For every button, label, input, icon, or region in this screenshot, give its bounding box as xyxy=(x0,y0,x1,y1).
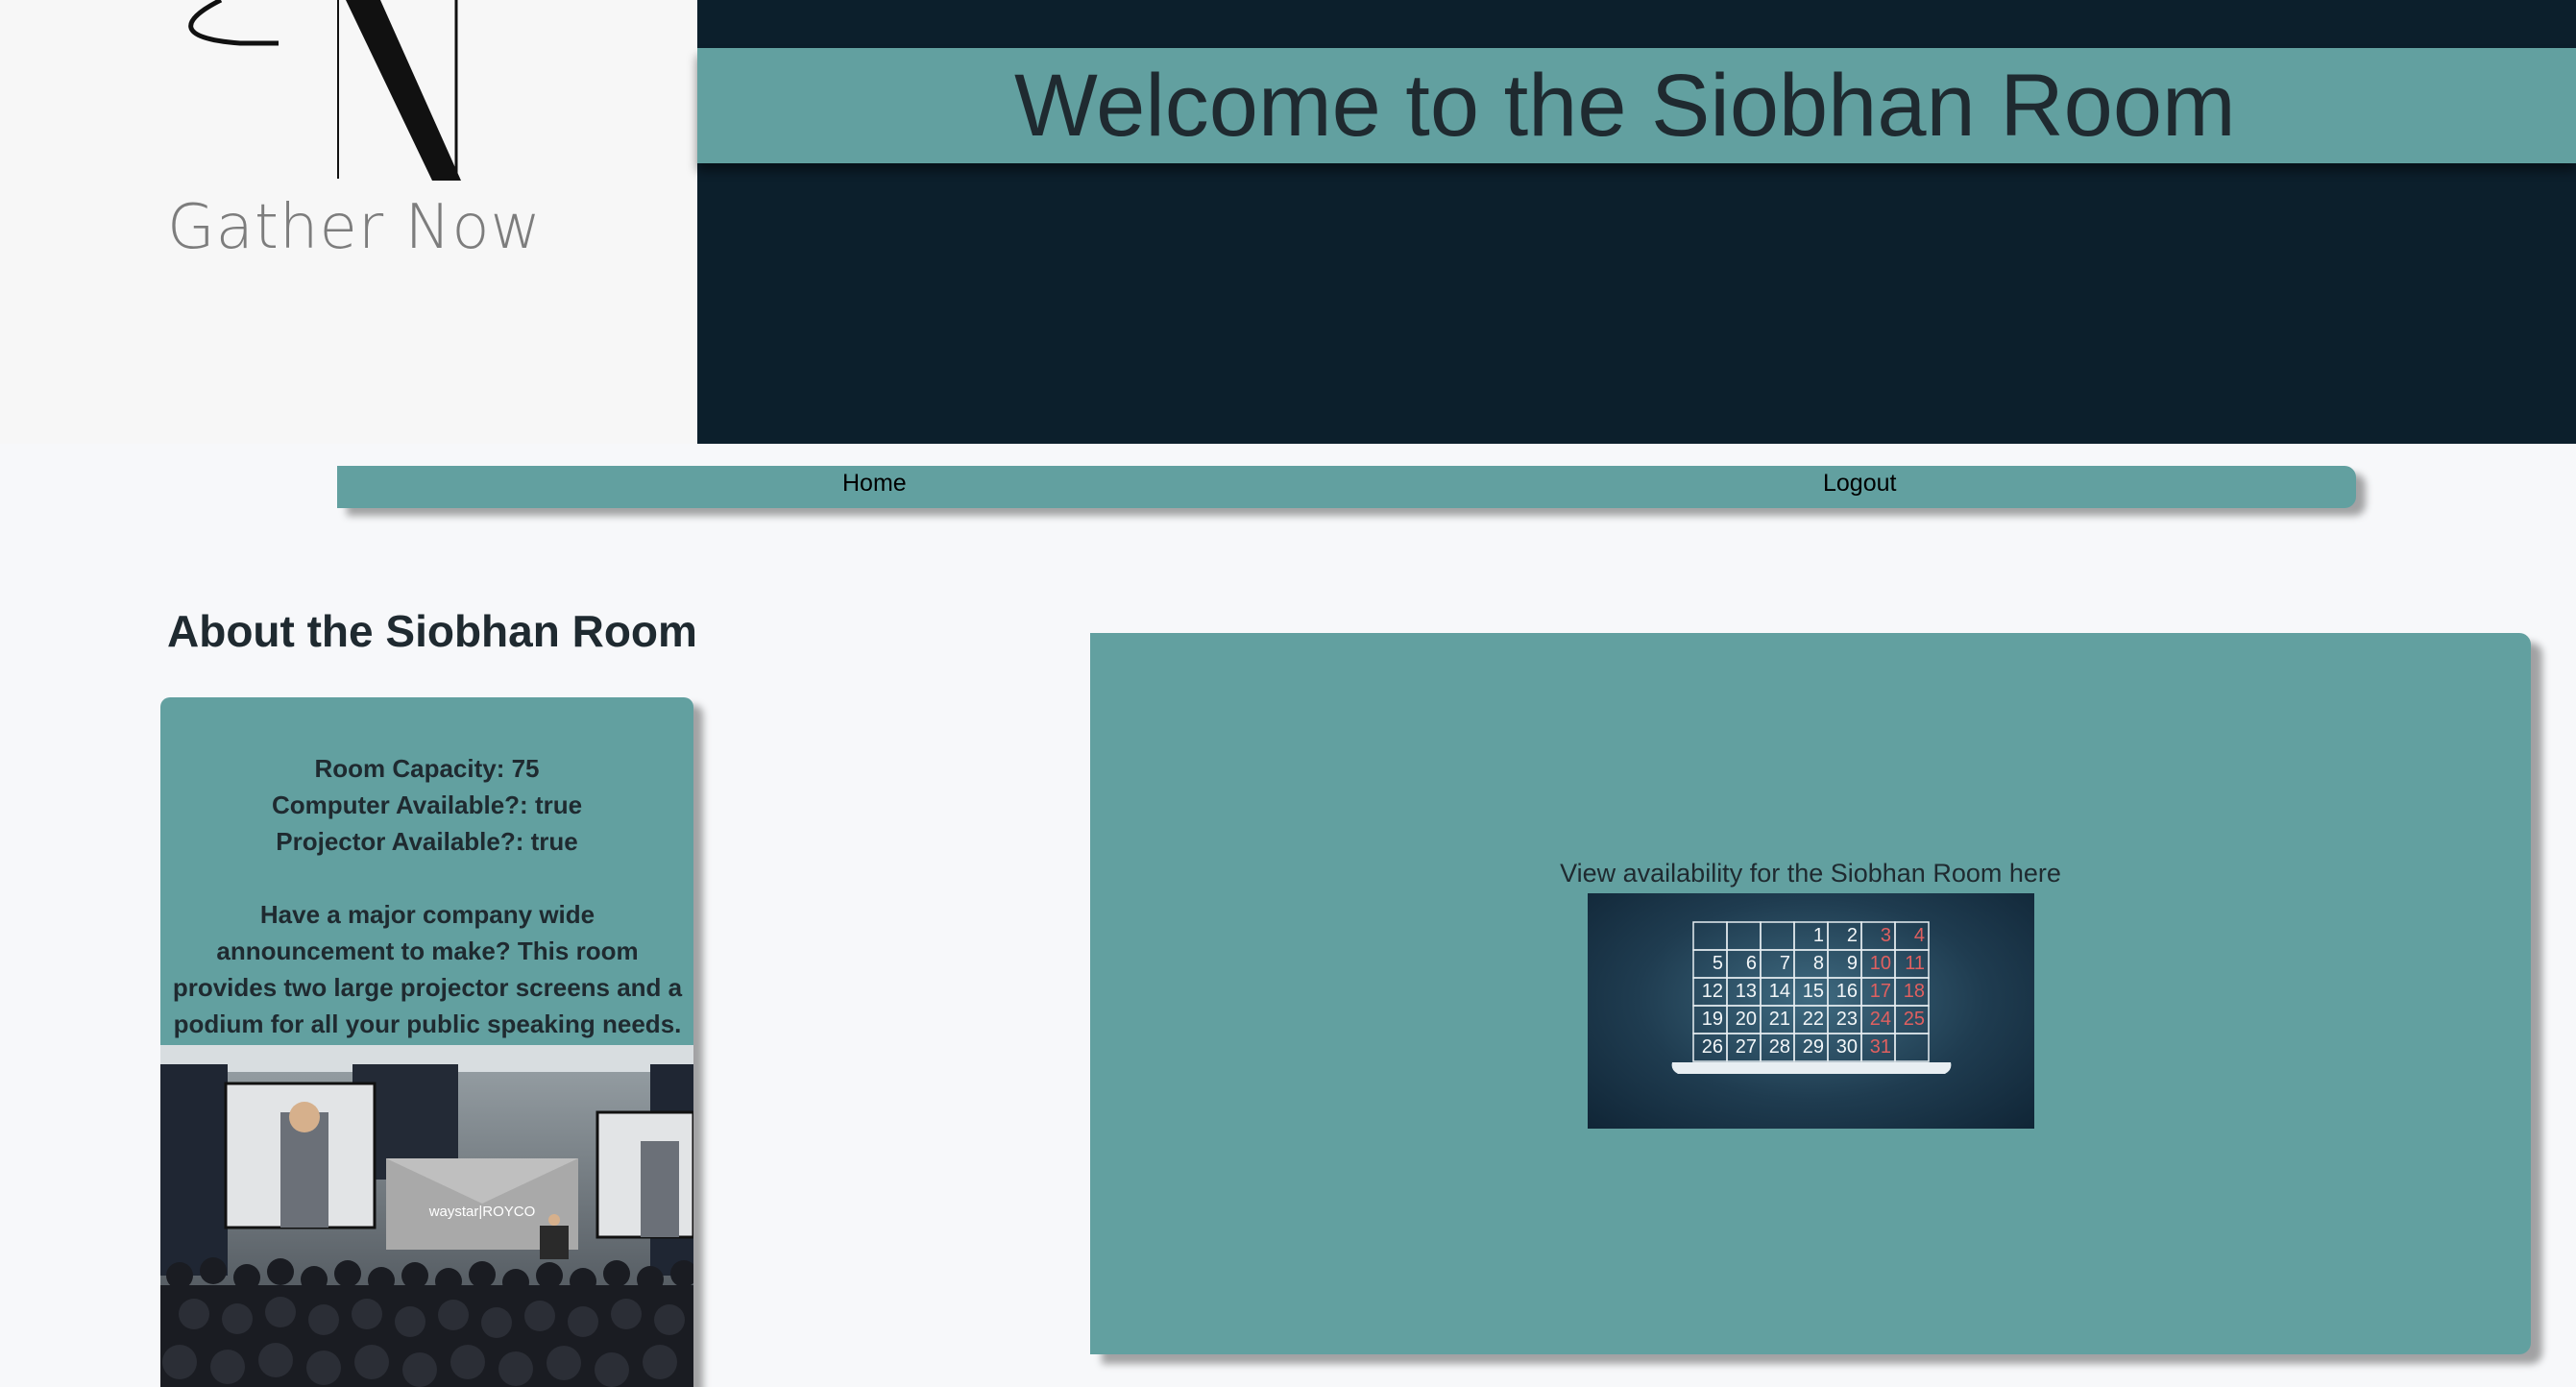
nav-home-link[interactable]: Home xyxy=(842,466,907,508)
conference-room-illustration: waystar|ROYCO xyxy=(160,1045,693,1387)
calendar-day: 3 xyxy=(1881,925,1891,946)
calendar-day: 17 xyxy=(1870,981,1891,1002)
calendar-day: 8 xyxy=(1813,953,1824,974)
calendar-day: 20 xyxy=(1736,1009,1757,1030)
calendar-day: 16 xyxy=(1836,981,1858,1002)
calendar-day: 24 xyxy=(1870,1009,1891,1030)
tablet-base xyxy=(1671,1062,1952,1074)
calendar-day: 31 xyxy=(1870,1036,1891,1058)
nav-logout-link[interactable]: Logout xyxy=(1823,466,1896,508)
calendar-day: 14 xyxy=(1769,981,1790,1002)
calendar-day: 15 xyxy=(1803,981,1824,1002)
hero-band: Welcome to the Siobhan Room xyxy=(697,48,2576,163)
calendar-day: 9 xyxy=(1847,953,1858,974)
nav-bar: Home Logout xyxy=(337,466,2356,508)
logo-panel: Gather Now xyxy=(0,0,697,444)
logo-text: Gather Now xyxy=(167,192,542,263)
calendar-cell xyxy=(1894,1033,1930,1062)
calendar-day: 4 xyxy=(1914,925,1925,946)
room-details: Room Capacity: 75 Computer Available?: t… xyxy=(160,750,693,860)
room-capacity: Room Capacity: 75 xyxy=(314,754,540,783)
calendar-day: 25 xyxy=(1904,1009,1925,1030)
calendar-grid: 1 2 3 45 6 7 8 9 10 1112 13 14 15 16 17 1819 20 21 22 23 24 2… xyxy=(1671,921,1952,1074)
calendar-day: 23 xyxy=(1836,1009,1858,1030)
calendar-day: 27 xyxy=(1736,1036,1757,1058)
calendar-day: 12 xyxy=(1702,981,1723,1002)
calendar-day: 1 xyxy=(1813,925,1824,946)
page: Gather Now Welcome to the Siobhan Room H… xyxy=(0,0,2576,1387)
room-description: Have a major company wide announcement t… xyxy=(172,900,683,1038)
calendar-day: 18 xyxy=(1904,981,1925,1002)
page-title: Welcome to the Siobhan Room xyxy=(1014,57,2236,155)
calendar-day: 21 xyxy=(1769,1009,1790,1030)
calendar-day: 2 xyxy=(1847,925,1858,946)
calendar-day: 29 xyxy=(1803,1036,1824,1058)
calendar-cell xyxy=(1760,921,1795,951)
calendar-day: 26 xyxy=(1702,1036,1723,1058)
calendar-day: 7 xyxy=(1780,953,1790,974)
calendar-day: 10 xyxy=(1870,953,1891,974)
calendar-day: 30 xyxy=(1836,1036,1858,1058)
calendar-day: 28 xyxy=(1769,1036,1790,1058)
calendar-day: 13 xyxy=(1736,981,1757,1002)
about-heading: About the Siobhan Room xyxy=(167,606,697,656)
availability-card: View availability for the Siobhan Room h… xyxy=(1090,633,2531,1354)
gather-now-monogram-icon xyxy=(188,0,461,181)
calendar-day: 19 xyxy=(1702,1009,1723,1030)
computer-available: Computer Available?: true xyxy=(271,791,583,819)
calendar-day: 22 xyxy=(1803,1009,1824,1030)
hero-banner: Welcome to the Siobhan Room xyxy=(697,0,2576,444)
calendar-day: 5 xyxy=(1713,953,1723,974)
stage-logo-text: waystar|ROYCO xyxy=(428,1204,536,1220)
calendar-cell xyxy=(1692,921,1728,951)
projector-available: Projector Available?: true xyxy=(276,827,578,856)
about-card: Room Capacity: 75 Computer Available?: t… xyxy=(160,697,693,1387)
availability-link[interactable]: View availability for the Siobhan Room h… xyxy=(1090,859,2531,888)
calendar-tablet-icon[interactable]: 1 2 3 4 5 6 7 8 9 10 11 12 13 14 15 16 17 18 19 20 21 22 23 24 2… xyxy=(1588,893,2034,1129)
calendar-day: 6 xyxy=(1746,953,1757,974)
conference-room-photo: waystar|ROYCO xyxy=(160,1045,693,1387)
calendar-cell xyxy=(1726,921,1762,951)
calendar-day: 11 xyxy=(1905,953,1925,974)
